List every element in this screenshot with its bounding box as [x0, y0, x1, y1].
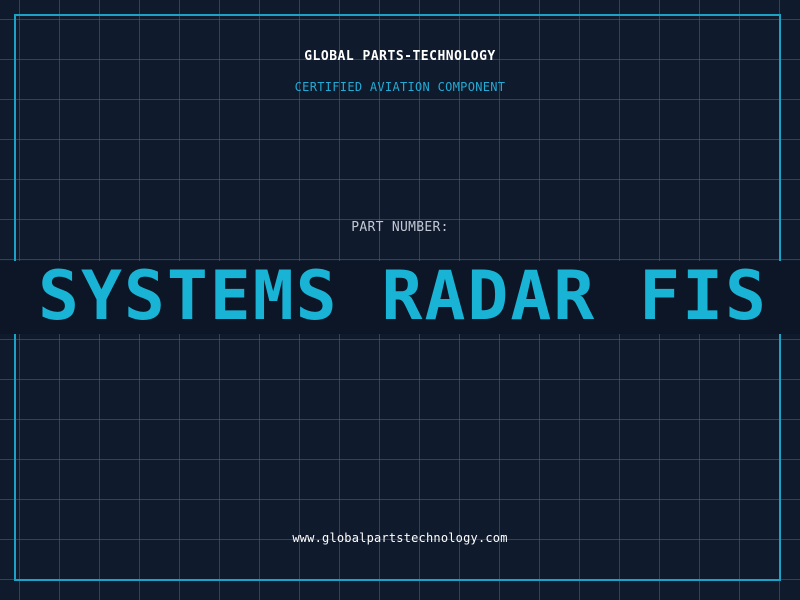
part-number-label: PART NUMBER: — [351, 220, 449, 235]
certificate-canvas: GLOBAL PARTS-TECHNOLOGY CERTIFIED AVIATI… — [0, 0, 800, 600]
certification-subtitle: CERTIFIED AVIATION COMPONENT — [294, 80, 506, 94]
part-number-band: SYSTEMS RADAR FIS — [0, 261, 800, 334]
part-number-value: SYSTEMS RADAR FIS — [38, 261, 768, 334]
website-url: www.globalpartstechnology.com — [292, 531, 508, 545]
company-name: GLOBAL PARTS-TECHNOLOGY — [304, 49, 496, 64]
